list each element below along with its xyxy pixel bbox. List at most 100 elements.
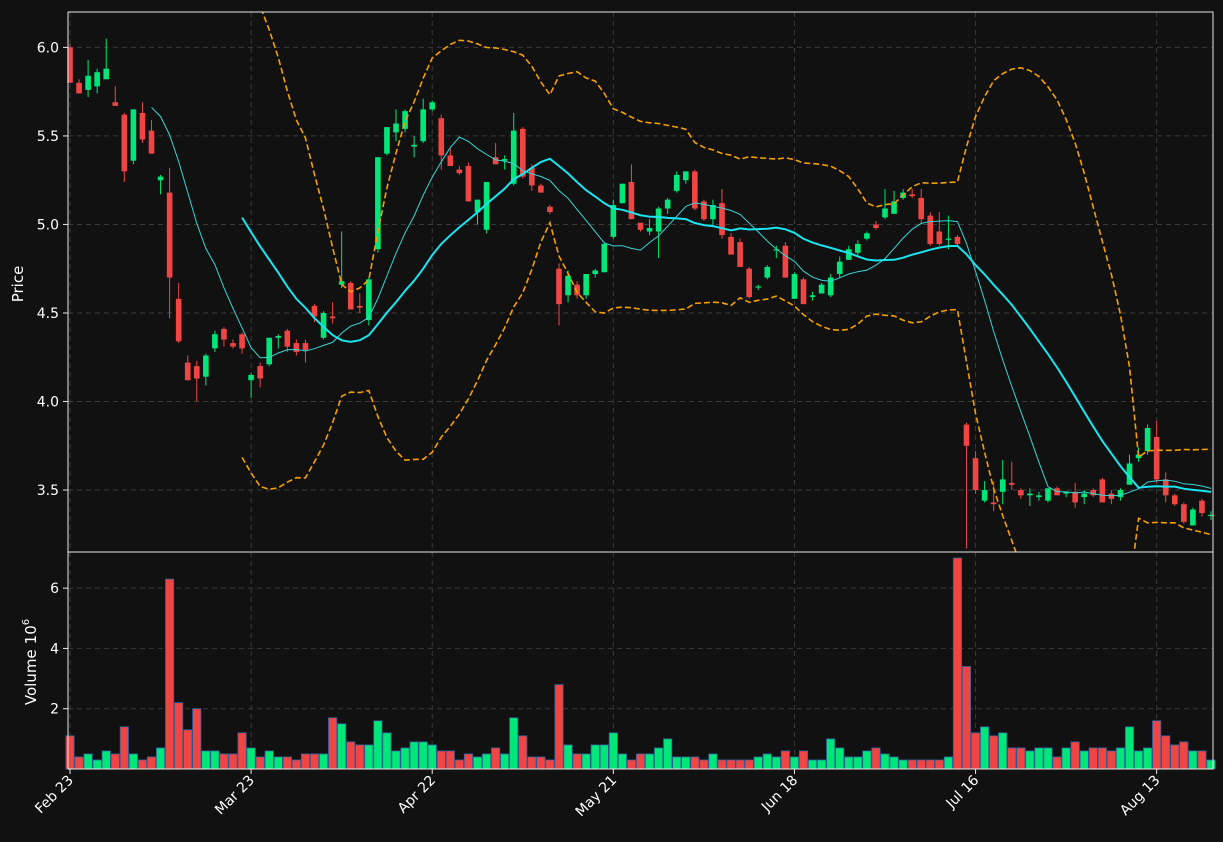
volume-bar (128, 753, 138, 770)
candle-body (347, 282, 354, 310)
price-tick-label: 5.0 (37, 217, 59, 233)
volume-bar (409, 741, 419, 770)
candle-body (1153, 436, 1160, 480)
candle-body (429, 102, 436, 110)
candle-body (1081, 493, 1088, 498)
volume-bar (255, 756, 265, 770)
candle-body (157, 176, 164, 181)
candle-body (103, 68, 110, 80)
volume-bar (1052, 756, 1062, 770)
volume-axis-exponent: 6 (21, 619, 32, 625)
candle-body (139, 112, 146, 140)
volume-tick-label: 6 (50, 581, 59, 597)
candle-body (791, 274, 798, 299)
candle-body (203, 355, 209, 377)
volume-bar (898, 759, 908, 770)
volume-bar (355, 744, 365, 770)
volume-bar (1143, 747, 1153, 770)
volume-bar (291, 759, 301, 770)
volume-bar (726, 759, 736, 770)
volume-bar (817, 759, 827, 770)
price-tick-label: 4.0 (37, 395, 59, 411)
volume-bar (1043, 747, 1053, 770)
candle-body (565, 275, 571, 296)
volume-axis-unit: 10 (22, 625, 40, 644)
volume-bar (762, 753, 772, 770)
volume-bar (581, 753, 591, 770)
candle-body (836, 261, 843, 275)
volume-bar (681, 756, 691, 770)
volume-bar (708, 753, 718, 770)
candle-body (85, 75, 91, 90)
candle-body (329, 316, 336, 319)
volume-bar (690, 756, 700, 770)
volume-bar (418, 741, 428, 770)
volume-bar (110, 753, 120, 770)
candle-body (963, 424, 970, 446)
candle-body (1008, 482, 1015, 485)
volume-bar (246, 747, 256, 770)
volume-bar (744, 759, 754, 770)
volume-bar (1179, 741, 1189, 770)
volume-bar (518, 735, 528, 770)
volume-bar (654, 747, 664, 770)
candle-body (456, 169, 463, 174)
volume-bar (318, 753, 329, 770)
volume-bar (916, 759, 926, 770)
candle-body (556, 268, 562, 305)
candle-body (981, 490, 988, 501)
volume-bar (907, 759, 917, 770)
candle-body (728, 236, 734, 255)
candle-body (1045, 488, 1051, 501)
candle-body (501, 158, 508, 161)
volume-bar (626, 759, 637, 770)
volume-bar (644, 753, 655, 770)
candle-body (121, 114, 128, 172)
candle-body (393, 123, 399, 133)
volume-bar (1115, 747, 1126, 770)
volume-bar (373, 720, 383, 770)
volume-bar (328, 717, 338, 770)
candle-body (999, 479, 1006, 492)
volume-bar (771, 756, 781, 770)
candle-body (945, 238, 952, 240)
candle-body (356, 305, 363, 308)
volume-bar (961, 666, 972, 770)
volume-bar (572, 753, 582, 770)
candlestick-chart: 3.54.04.55.05.56.0246Feb 23 Mar 23 Apr 22 M… (0, 0, 1223, 842)
candle-body (239, 334, 245, 349)
volume-bar (1197, 750, 1207, 770)
candle-body (212, 334, 218, 349)
volume-bar (663, 738, 673, 770)
candle-body (1027, 493, 1033, 496)
candle-body (447, 155, 454, 167)
volume-bar (862, 750, 872, 770)
candle-body (302, 343, 309, 351)
volume-bar (101, 750, 111, 770)
candle-body (1099, 479, 1106, 503)
candle-body (755, 286, 762, 288)
candle-body (411, 144, 417, 147)
volume-bar (463, 753, 474, 770)
candle-body (94, 72, 100, 87)
candle-body (465, 166, 472, 202)
volume-bar (273, 756, 283, 770)
volume-axis-label: Volume (22, 649, 40, 705)
volume-bar (1070, 741, 1080, 770)
candle-body (112, 102, 119, 106)
volume-bar (608, 732, 618, 770)
candle-body (230, 343, 236, 347)
candle-body (1171, 495, 1178, 505)
candle-body (764, 266, 771, 278)
volume-bar (1088, 747, 1098, 770)
volume-bar (491, 747, 501, 770)
candle-body (746, 268, 752, 298)
candle-body (809, 295, 816, 298)
candle-body (420, 109, 426, 142)
price-tick-label: 5.5 (37, 129, 59, 145)
volume-bar (889, 756, 899, 770)
volume-bar (364, 744, 374, 770)
volume-bar (1097, 747, 1107, 770)
volume-bar (391, 750, 401, 770)
volume-bar (871, 747, 881, 770)
